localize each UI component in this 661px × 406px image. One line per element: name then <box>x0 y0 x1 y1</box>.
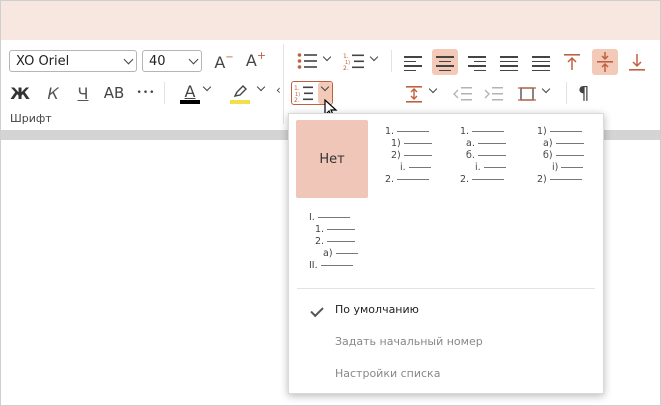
font-size-select[interactable]: 40 <box>142 50 202 72</box>
preset-row: 1. <box>315 224 325 235</box>
group-separator <box>283 44 284 124</box>
chevron-down-icon[interactable] <box>202 82 212 92</box>
svg-text:1.: 1. <box>294 85 300 92</box>
numbered-list-icon: 1. 1) 2. <box>294 84 314 106</box>
underline-button[interactable]: Ч <box>72 82 94 104</box>
chevron-down-icon[interactable] <box>428 84 438 94</box>
highlight-color-swatch <box>230 100 250 104</box>
show-formatting-marks-button[interactable]: ¶ <box>578 83 589 104</box>
align-left-icon[interactable] <box>404 53 422 74</box>
preset-row: 1) <box>391 138 401 149</box>
align-middle-icon <box>596 51 614 77</box>
preset-row: 2) <box>537 174 547 185</box>
title-bar <box>0 0 661 40</box>
justify-icon[interactable] <box>500 53 518 74</box>
multilevel-list-icon[interactable]: 1. 1) 2. <box>343 52 365 74</box>
decrease-font-label: A <box>214 52 226 72</box>
bullet-list-icon[interactable] <box>297 52 319 74</box>
svg-text:2.: 2. <box>294 97 300 102</box>
menu-item-list-settings[interactable]: Настройки списка <box>335 367 440 380</box>
collapse-left-icon[interactable]: ‹ <box>276 83 281 97</box>
menu-item-default[interactable]: По умолчанию <box>335 303 419 316</box>
decrease-indent-icon[interactable] <box>453 85 473 107</box>
preset-row: I. <box>309 212 315 223</box>
preset-row: 2. <box>385 174 395 185</box>
preset-row: a. <box>466 138 475 149</box>
numbering-preset-3[interactable]: 1) а) б) i) 2) <box>529 124 601 194</box>
preset-row: 2. <box>460 174 470 185</box>
font-size-value: 40 <box>149 53 166 69</box>
caps-button[interactable]: АВ <box>102 82 126 104</box>
distributed-icon[interactable] <box>532 53 550 74</box>
preset-row: а) <box>543 138 553 149</box>
font-family-select[interactable]: XO Oriel <box>9 50 137 72</box>
chevron-down-icon[interactable] <box>369 52 379 62</box>
bold-button[interactable]: Ж <box>9 82 31 104</box>
increase-font-label: A <box>245 50 257 70</box>
numbering-preset-1[interactable]: 1. 1) 2) i. 2. <box>377 124 449 194</box>
preset-row: 2) <box>391 150 401 161</box>
line-spacing-icon[interactable] <box>404 84 424 108</box>
font-color-button[interactable]: A <box>180 80 200 102</box>
preset-row: 2. <box>315 236 325 247</box>
svg-text:1.: 1. <box>343 53 349 60</box>
preset-row: 1) <box>537 126 547 137</box>
menu-separator <box>297 288 595 289</box>
chevron-down-icon[interactable] <box>119 54 136 64</box>
font-color-swatch <box>180 100 200 104</box>
separator <box>566 82 567 104</box>
preset-row: 1. <box>385 126 395 137</box>
align-top-icon[interactable] <box>563 52 581 76</box>
numbering-none-option[interactable]: Нет <box>296 120 368 198</box>
increase-font-size-button[interactable]: A + <box>244 49 268 71</box>
chevron-down-icon[interactable] <box>256 82 266 92</box>
separator <box>391 50 392 72</box>
chevron-down-icon <box>320 82 330 92</box>
numbering-dropdown: Нет 1. 1) 2) i. 2. 1. a. б. i. 2. 1) а) … <box>288 113 604 394</box>
font-family-value: XO Oriel <box>16 53 70 69</box>
font-group-label: Шрифт <box>10 112 52 125</box>
preset-row: i) <box>552 162 559 173</box>
chevron-down-icon[interactable] <box>541 84 551 94</box>
decrease-font-size-button[interactable]: A − <box>212 51 236 73</box>
preset-row: б. <box>466 150 475 161</box>
preset-row: i. <box>475 162 481 173</box>
preset-row: 1. <box>460 126 470 137</box>
highlight-icon[interactable] <box>230 83 250 99</box>
preset-row: i. <box>400 162 406 173</box>
chevron-down-icon[interactable] <box>322 52 332 62</box>
check-icon <box>310 303 324 318</box>
align-right-icon[interactable] <box>468 53 486 74</box>
menu-item-set-start-number[interactable]: Задать начальный номер <box>335 335 483 348</box>
separator <box>164 82 165 104</box>
paragraph-spacing-icon[interactable] <box>517 84 537 108</box>
increase-indent-icon[interactable] <box>484 85 504 107</box>
numbering-preset-4[interactable]: I. 1. 2. а) II. <box>301 210 373 280</box>
chevron-down-icon[interactable] <box>184 54 201 64</box>
align-bottom-icon[interactable] <box>628 52 646 76</box>
preset-row: II. <box>309 260 318 271</box>
more-options-button[interactable]: ••• <box>135 82 157 104</box>
italic-button[interactable]: К <box>42 82 64 104</box>
svg-text:2.: 2. <box>343 65 349 70</box>
preset-row: а) <box>323 248 333 259</box>
numbering-preset-2[interactable]: 1. a. б. i. 2. <box>452 124 524 194</box>
align-center-icon <box>436 53 454 74</box>
preset-row: б) <box>543 150 553 161</box>
